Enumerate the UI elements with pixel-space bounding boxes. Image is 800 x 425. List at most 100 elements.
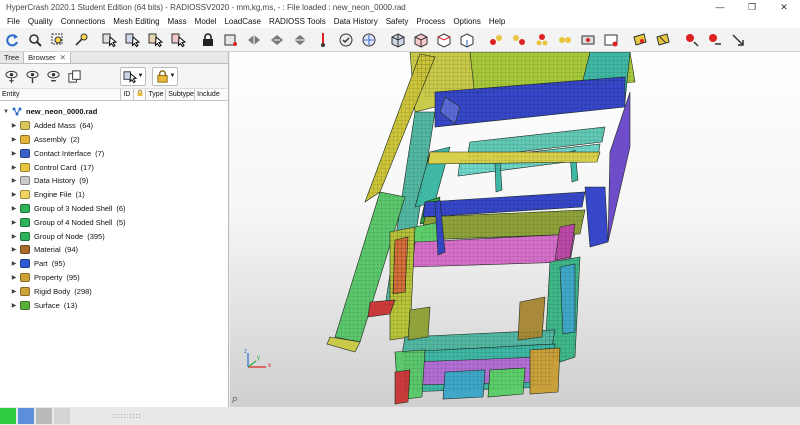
col-id[interactable]: ID (121, 89, 135, 100)
menu-loadcase[interactable]: LoadCase (220, 17, 264, 26)
view-top-button[interactable] (457, 30, 477, 50)
menu-help[interactable]: Help (485, 17, 509, 26)
cube-icon (437, 32, 451, 48)
hem-button[interactable] (601, 30, 621, 50)
chevron-right-icon[interactable]: ▶ (10, 177, 18, 184)
measure-button[interactable] (221, 30, 241, 50)
hide-button[interactable] (44, 67, 63, 86)
glue-button[interactable] (555, 30, 575, 50)
close-button[interactable]: ✕ (768, 0, 800, 14)
show-all-button[interactable] (2, 67, 21, 86)
chevron-right-icon[interactable]: ▶ (10, 136, 18, 143)
menu-options[interactable]: Options (449, 17, 485, 26)
bolt-button[interactable] (532, 30, 552, 50)
transform-button[interactable] (359, 30, 379, 50)
isolate-button[interactable] (65, 67, 84, 86)
tree-root-label: new_neon_0000.rad (26, 107, 98, 117)
menu-radioss-tools[interactable]: RADIOSS Tools (265, 17, 330, 26)
select-groups-button[interactable] (169, 30, 189, 50)
view-front-button[interactable] (411, 30, 431, 50)
select-parts-button[interactable] (146, 30, 166, 50)
tree-item[interactable]: ▶ Assembly (2) (0, 133, 228, 147)
refresh-button[interactable] (2, 30, 22, 50)
chevron-right-icon[interactable]: ▶ (10, 302, 18, 309)
chevron-right-icon[interactable]: ▶ (10, 150, 18, 157)
pick-button[interactable] (71, 30, 91, 50)
col-lock[interactable] (134, 89, 147, 100)
chevron-down-icon[interactable]: ▼ (2, 109, 10, 115)
col-entity[interactable]: Entity (0, 89, 122, 100)
zoom-button[interactable] (25, 30, 45, 50)
lock-mode-button[interactable]: ▼ (152, 66, 178, 86)
boundary-button[interactable] (705, 30, 725, 50)
menu-file[interactable]: File (3, 17, 24, 26)
chevron-right-icon[interactable]: ▶ (10, 164, 18, 171)
tree-item[interactable]: ▶ Rigid Body (298) (0, 284, 228, 298)
mass-button[interactable] (630, 30, 650, 50)
menu-mass[interactable]: Mass (164, 17, 191, 26)
col-subtype[interactable]: Subtype (166, 89, 196, 100)
tree-item[interactable]: ▶ Material (94) (0, 243, 228, 257)
chevron-right-icon[interactable]: ▶ (10, 246, 18, 253)
view-side-button[interactable] (434, 30, 454, 50)
tree-item[interactable]: ▶ Property (95) (0, 271, 228, 285)
menu-connections[interactable]: Connections (57, 17, 109, 26)
menu-mesh-editing[interactable]: Mesh Editing (109, 17, 163, 26)
maximize-button[interactable]: ❐ (736, 0, 768, 14)
tab-tree[interactable]: Tree (0, 52, 25, 63)
lock-button[interactable] (198, 30, 218, 50)
tree-root[interactable]: ▼ new_neon_0000.rad (0, 105, 228, 119)
chevron-right-icon[interactable]: ▶ (10, 274, 18, 281)
check-icon (339, 33, 353, 46)
select-elements-button[interactable] (123, 30, 143, 50)
tree-item[interactable]: ▶ Added Mass (64) (0, 119, 228, 133)
minimize-button[interactable]: — (704, 0, 736, 14)
zoom-window-button[interactable] (48, 30, 68, 50)
col-include[interactable]: Include (195, 89, 228, 100)
tab-browser[interactable]: Browser ✕ (24, 52, 71, 63)
select-nodes-button[interactable] (100, 30, 120, 50)
chevron-right-icon[interactable]: ▶ (10, 205, 18, 212)
cube-icon (391, 32, 405, 48)
col-type[interactable]: Type (146, 89, 167, 100)
tree-item[interactable]: ▶ Engine File (1) (0, 188, 228, 202)
rotate-button[interactable] (244, 30, 264, 50)
tree-item-count: (1) (75, 190, 85, 200)
check-button[interactable] (336, 30, 356, 50)
menu-safety[interactable]: Safety (382, 17, 413, 26)
menu-quality[interactable]: Quality (24, 17, 57, 26)
menu-data-history[interactable]: Data History (330, 17, 382, 26)
tree-item[interactable]: ▶ Group of Node (395) (0, 229, 228, 243)
velocity-button[interactable] (728, 30, 748, 50)
chevron-right-icon[interactable]: ▶ (10, 233, 18, 240)
menu-model[interactable]: Model (191, 17, 221, 26)
probe-button[interactable] (313, 30, 333, 50)
chevron-right-icon[interactable]: ▶ (10, 288, 18, 295)
tree-item[interactable]: ▶ Group of 3 Noded Shell (6) (0, 202, 228, 216)
tree-item[interactable]: ▶ Part (95) (0, 257, 228, 271)
tree-item[interactable]: ▶ Contact Interface (7) (0, 146, 228, 160)
selection-mode-button[interactable]: ▼ (120, 66, 146, 86)
added-mass-button[interactable] (653, 30, 673, 50)
spotweld-button[interactable] (486, 30, 506, 50)
tree-item[interactable]: ▶ Group of 4 Noded Shell (5) (0, 215, 228, 229)
view-iso-button[interactable] (388, 30, 408, 50)
tree-item[interactable]: ▶ Control Card (17) (0, 160, 228, 174)
status-grip[interactable]: :::::::::: (112, 413, 141, 420)
tab-close-icon[interactable]: ✕ (60, 53, 66, 62)
chevron-right-icon[interactable]: ▶ (10, 260, 18, 267)
translate-button[interactable] (267, 30, 287, 50)
chevron-right-icon[interactable]: ▶ (10, 191, 18, 198)
show-one-button[interactable] (23, 67, 42, 86)
car-body-model[interactable] (230, 52, 800, 407)
chevron-right-icon[interactable]: ▶ (10, 219, 18, 226)
rivet-button[interactable] (509, 30, 529, 50)
load-button[interactable] (682, 30, 702, 50)
mirror-button[interactable] (290, 30, 310, 50)
tree-item[interactable]: ▶ Data History (9) (0, 174, 228, 188)
tree-item[interactable]: ▶ Surface (13) (0, 298, 228, 312)
chevron-right-icon[interactable]: ▶ (10, 122, 18, 129)
menu-process[interactable]: Process (412, 17, 449, 26)
weld-line-button[interactable] (578, 30, 598, 50)
graphics-viewport[interactable]: x y z P (230, 52, 800, 407)
